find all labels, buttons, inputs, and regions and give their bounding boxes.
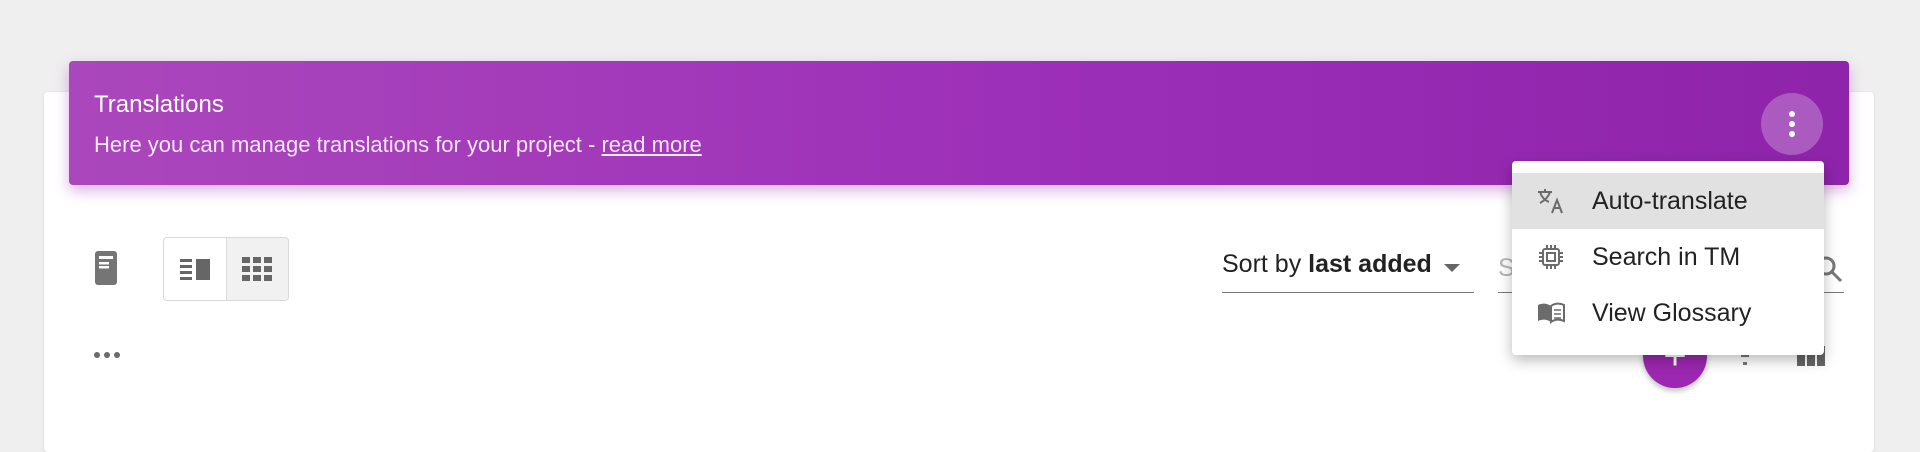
kebab-dot-icon [1789, 111, 1795, 117]
mobile-preview-icon[interactable] [94, 250, 118, 286]
memory-chip-icon [1536, 242, 1566, 272]
menu-item-label: Search in TM [1592, 242, 1741, 271]
sort-prefix: Sort by [1222, 250, 1309, 278]
more-options-button[interactable] [1761, 93, 1823, 155]
kebab-dot-icon [1789, 121, 1795, 127]
menu-item-auto-translate[interactable]: Auto-translate [1512, 173, 1824, 229]
sort-value: last added [1308, 250, 1432, 278]
page-title: Translations [94, 91, 224, 118]
read-more-link[interactable]: read more [601, 132, 701, 157]
menu-item-view-glossary[interactable]: View Glossary [1512, 285, 1824, 341]
dot-icon [104, 352, 110, 358]
dot-icon [114, 352, 120, 358]
view-mode-toggle [163, 237, 289, 301]
page-description: Here you can manage translations for you… [94, 132, 702, 158]
translate-icon [1536, 186, 1566, 216]
description-text: Here you can manage translations for you… [94, 132, 602, 157]
more-actions-button[interactable] [94, 352, 120, 358]
menu-item-search-in-tm[interactable]: Search in TM [1512, 229, 1824, 285]
sort-select[interactable]: Sort by last added [1222, 250, 1474, 293]
list-view-button[interactable] [164, 238, 226, 300]
book-icon [1536, 298, 1566, 328]
kebab-dot-icon [1789, 131, 1795, 137]
dot-icon [94, 352, 100, 358]
menu-item-label: View Glossary [1592, 298, 1752, 327]
menu-item-label: Auto-translate [1592, 186, 1748, 215]
more-options-menu: Auto-translate Search in TM View Glossar… [1512, 161, 1824, 355]
list-view-icon [179, 259, 210, 280]
dropdown-caret-icon [1444, 264, 1460, 272]
grid-view-button[interactable] [225, 238, 288, 300]
grid-view-icon [242, 257, 273, 281]
